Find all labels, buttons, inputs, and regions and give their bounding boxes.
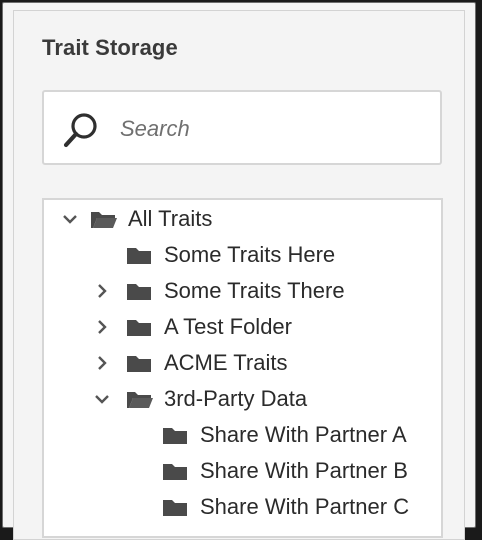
folder-icon [127, 248, 151, 264]
tree-item-label: Share With Partner A [200, 422, 407, 447]
folder-icon [127, 284, 151, 300]
tree-item-label: Some Traits There [164, 278, 345, 303]
search-icon [63, 113, 97, 148]
tree-item-share-with-partner-a[interactable]: Share With Partner A [130, 420, 430, 450]
search-input[interactable] [118, 112, 422, 146]
panel-title: Trait Storage [42, 35, 178, 60]
tree-item-acme-traits[interactable]: ACME Traits [94, 348, 424, 378]
chevron-down-icon[interactable] [94, 391, 110, 407]
chevron-right-icon[interactable] [94, 283, 110, 299]
trait-tree[interactable]: All Traits Some Traits Here Some Traits … [42, 198, 443, 538]
chevron-right-icon[interactable] [94, 319, 110, 335]
folder-open-icon [91, 212, 117, 228]
tree-item-label: Some Traits Here [164, 242, 336, 267]
tree-item-some-traits-there[interactable]: Some Traits There [94, 276, 424, 306]
tree-item-some-traits-here[interactable]: Some Traits Here [94, 240, 424, 270]
chevron-right-icon[interactable] [94, 355, 110, 371]
folder-icon [127, 320, 151, 336]
search-box[interactable] [42, 90, 442, 165]
tree-item-label: Share With Partner B [200, 458, 408, 483]
tree-item-label: Share With Partner C [200, 494, 410, 519]
folder-open-icon [127, 392, 153, 408]
tree-item-share-with-partner-c[interactable]: Share With Partner C [130, 492, 430, 522]
folder-icon [163, 464, 187, 480]
tree-item-label: All Traits [128, 206, 213, 231]
tree-item-share-with-partner-b[interactable]: Share With Partner B [130, 456, 430, 486]
folder-icon [163, 428, 187, 444]
tree-item-3rd-party-data[interactable]: 3rd-Party Data [94, 384, 424, 414]
folder-icon [127, 356, 151, 372]
tree-item-all-traits[interactable]: All Traits [58, 204, 428, 234]
tree-item-label: ACME Traits [164, 350, 288, 375]
chevron-down-icon[interactable] [62, 211, 78, 227]
tree-item-label: 3rd-Party Data [164, 386, 308, 411]
folder-icon [163, 500, 187, 516]
tree-item-a-test-folder[interactable]: A Test Folder [94, 312, 424, 342]
tree-item-label: A Test Folder [164, 314, 292, 339]
